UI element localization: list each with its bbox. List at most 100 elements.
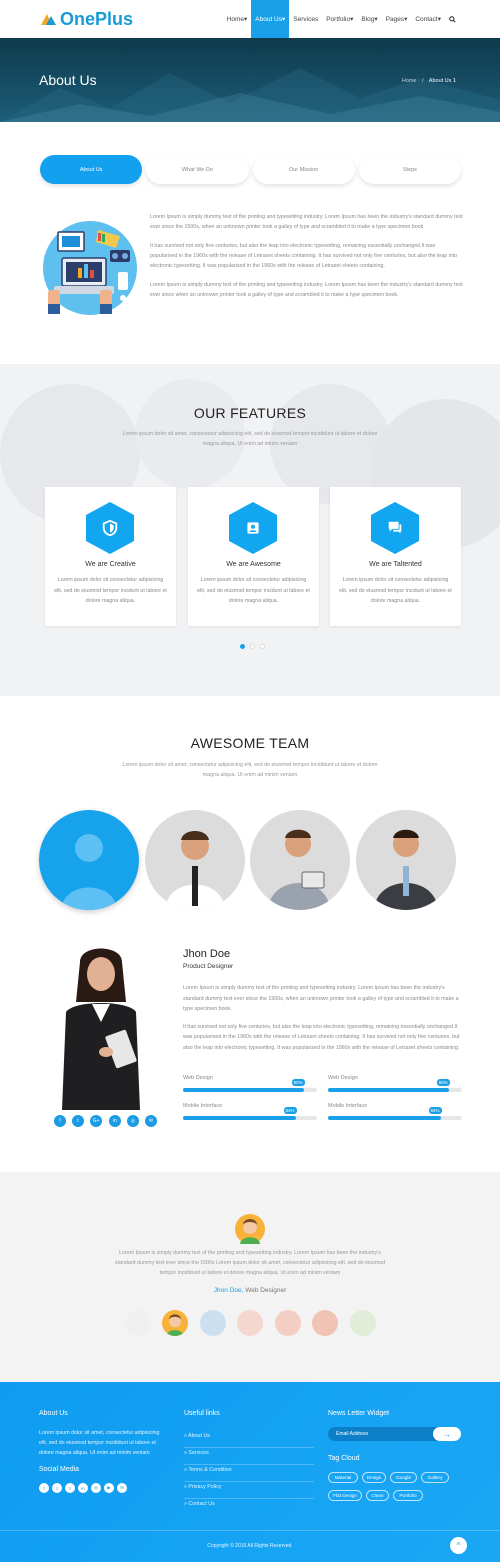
testimonial-thumb[interactable]: [200, 1310, 226, 1336]
tab-our-mission[interactable]: Our Mission: [252, 155, 355, 184]
nav-blog[interactable]: Blog ▾: [357, 0, 381, 38]
facebook-icon[interactable]: f: [39, 1483, 49, 1493]
tag-item[interactable]: Flat Design: [328, 1490, 362, 1501]
caret-down-icon: ▾: [404, 16, 408, 23]
features-section: OUR FEATURES Lorem ipsum dolor sit amet,…: [0, 364, 500, 696]
footer-about-title: About Us: [39, 1410, 68, 1417]
team-member-thumb[interactable]: [356, 810, 456, 910]
twitter-icon[interactable]: t: [72, 1115, 84, 1127]
man-avatar: [268, 829, 330, 910]
team-subtitle: Lorem ipsum dolor sit amet, consectetur …: [122, 762, 378, 778]
facebook-icon[interactable]: f: [54, 1115, 66, 1127]
site-logo[interactable]: OnePlus: [40, 9, 133, 29]
dribbble-icon[interactable]: ◎: [127, 1115, 139, 1127]
search-button[interactable]: [445, 0, 460, 38]
skill-fill: [183, 1116, 296, 1120]
testimonial-thumb-active[interactable]: [162, 1310, 188, 1336]
page-banner: About Us Home / About Us 1: [0, 38, 500, 122]
tag-item[interactable]: Material: [328, 1472, 358, 1483]
nav-label: Home: [226, 15, 244, 23]
caret-down-icon: ▾: [244, 16, 248, 23]
testimonial-thumb[interactable]: [237, 1310, 263, 1336]
tab-steps[interactable]: Steps: [358, 155, 461, 184]
nav-services[interactable]: Services: [289, 0, 322, 38]
member-paragraph: Lorem Ipsum is simply dummy text of the …: [183, 985, 459, 1012]
nav-about-us[interactable]: About Us ▾: [251, 0, 290, 38]
nav-label: Contact: [415, 15, 438, 23]
caret-down-icon: ▾: [282, 16, 286, 23]
tag-item[interactable]: Design: [362, 1472, 386, 1483]
woman-avatar: [61, 834, 117, 910]
workspace-illustration: [43, 221, 137, 315]
skill-track: 84%: [183, 1107, 317, 1120]
testimonial-role: Web Designer: [245, 1287, 287, 1294]
newsletter-email-input[interactable]: Email Address: [336, 1431, 368, 1437]
feature-text: Lorem ipsum dolor sit consectetur adipis…: [339, 577, 452, 604]
newsletter-submit-button[interactable]: →: [433, 1427, 461, 1441]
tag-item[interactable]: Google: [390, 1472, 417, 1483]
footer-link-privacy[interactable]: » Privacy Policy: [184, 1482, 314, 1499]
skill-label: Mobile Interface: [183, 1103, 223, 1109]
nav-label: Pages: [385, 15, 405, 23]
feature-title: We are Awesome: [226, 561, 281, 568]
skill-track: 90%: [328, 1079, 462, 1092]
youtube-icon[interactable]: ▶: [104, 1483, 114, 1493]
testimonial-text: Lorem Ipsum is simply dummy text of the …: [114, 1250, 386, 1276]
email-icon[interactable]: ✉: [117, 1483, 127, 1493]
footer-about-text: Lorem ipsum dolor sit amet, consectetur …: [39, 1430, 160, 1456]
testimonial-thumb[interactable]: [275, 1310, 301, 1336]
testimonial-thumb[interactable]: [125, 1310, 151, 1336]
email-icon[interactable]: ✉: [145, 1115, 157, 1127]
team-member-thumb[interactable]: [250, 810, 350, 910]
breadcrumb: Home / About Us 1: [402, 78, 456, 84]
linkedin-icon[interactable]: in: [78, 1483, 88, 1493]
testimonial-thumb[interactable]: [312, 1310, 338, 1336]
feature-title: We are Taltented: [369, 561, 422, 568]
member-paragraph: It has survived not only five centuries,…: [183, 1023, 460, 1051]
newsletter-form: Email Address →: [328, 1427, 461, 1441]
tag-item[interactable]: Clean: [366, 1490, 389, 1501]
nav-label: Services: [293, 15, 319, 23]
about-paragraph: Lorem Ipsum is simply dummy text of the …: [150, 214, 463, 230]
team-title: AWESOME TEAM: [190, 735, 310, 751]
team-member-thumb[interactable]: [145, 810, 245, 910]
team-member-thumb-active[interactable]: [39, 810, 139, 910]
skill-value: 90%: [291, 1079, 305, 1086]
man-avatar: [165, 831, 225, 910]
testimonial-author: Jhon Doe, Web Designer: [0, 1287, 500, 1294]
caret-down-icon: ▾: [437, 16, 441, 23]
footer-link-contact[interactable]: » Contact Us: [184, 1499, 314, 1516]
tab-what-we-do[interactable]: What We Do: [146, 155, 249, 184]
tab-about-us[interactable]: About Us: [40, 155, 143, 184]
man-avatar: [374, 829, 438, 910]
copyright: Copyright © 2016 All Rights Reserved.: [207, 1543, 293, 1549]
back-to-top-button[interactable]: ^: [450, 1537, 467, 1554]
nav-home[interactable]: Home ▾: [223, 0, 252, 38]
nav-pages[interactable]: Pages ▾: [382, 0, 412, 38]
carousel-dot[interactable]: [260, 644, 265, 649]
twitter-icon[interactable]: t: [52, 1483, 62, 1493]
skill-track: 84%: [328, 1107, 462, 1120]
carousel-dot-active[interactable]: [240, 644, 245, 649]
testimonial-thumb[interactable]: [350, 1310, 376, 1336]
testimonial-section: Lorem Ipsum is simply dummy text of the …: [0, 1172, 500, 1382]
footer-link-terms[interactable]: » Terms & Condition: [184, 1465, 314, 1482]
google-plus-icon[interactable]: G+: [90, 1115, 102, 1127]
breadcrumb-current: About Us 1: [428, 78, 456, 84]
skill-label: Mobile Interface: [328, 1103, 368, 1109]
breadcrumb-separator: /: [422, 78, 424, 84]
tag-item[interactable]: Gallery: [421, 1472, 449, 1483]
dribbble-icon[interactable]: ◎: [91, 1483, 101, 1493]
footer-link-services[interactable]: » Services: [184, 1448, 314, 1465]
footer-link-about[interactable]: » About Us: [184, 1431, 314, 1448]
tag-item[interactable]: Portfolio: [393, 1490, 423, 1501]
nav-contact[interactable]: Contact ▾: [411, 0, 445, 38]
tumblr-icon[interactable]: t: [65, 1483, 75, 1493]
skill-fill: [328, 1088, 449, 1092]
breadcrumb-home[interactable]: Home: [402, 78, 417, 84]
site-header: OnePlus Home ▾ About Us ▾ Services Portfol…: [0, 0, 500, 38]
nav-portfolio[interactable]: Portfolio ▾: [322, 0, 357, 38]
carousel-dot[interactable]: [250, 644, 255, 649]
linkedin-icon[interactable]: in: [109, 1115, 121, 1127]
features-subtitle: Lorem ipsum dolor sit amet, consectetur …: [122, 431, 378, 447]
